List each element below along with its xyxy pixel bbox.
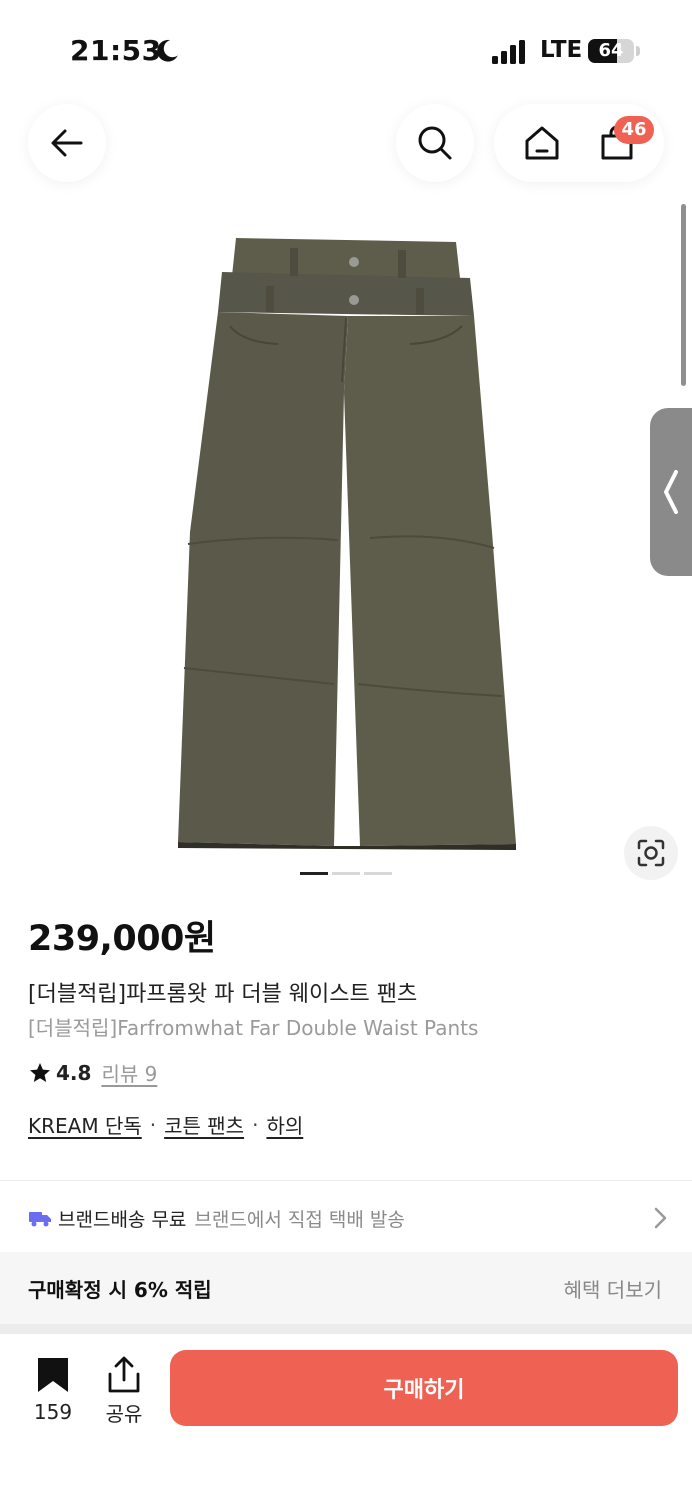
search-icon	[418, 126, 452, 160]
buy-button[interactable]: 구매하기	[170, 1350, 678, 1426]
back-arrow-icon	[51, 129, 83, 157]
product-name-ko: [더블적립]파프롬왓 파 더블 웨이스트 팬츠	[28, 982, 418, 1007]
side-drawer-tab[interactable]	[650, 408, 692, 576]
image-pagination	[300, 872, 392, 875]
benefit-more-link[interactable]: 혜택 더보기	[564, 1274, 662, 1303]
tag-bottoms[interactable]: 하의	[266, 1110, 303, 1139]
share-button[interactable]: 공유	[96, 1356, 152, 1427]
scroll-indicator	[681, 204, 686, 386]
chevron-left-icon	[664, 470, 678, 514]
search-button[interactable]	[396, 104, 474, 182]
rating-value: 4.8	[56, 1060, 92, 1085]
moon-icon	[157, 39, 178, 62]
battery-nub	[636, 46, 640, 56]
benefit-bar: 구매확정 시 6% 적립 혜택 더보기	[0, 1252, 692, 1324]
battery-level: 64	[598, 40, 624, 61]
product-image[interactable]	[170, 232, 522, 852]
bookmark-icon	[38, 1358, 68, 1392]
share-icon	[108, 1356, 140, 1393]
shipping-description: 브랜드에서 직접 택배 발송	[194, 1208, 405, 1231]
tag-row: KREAM 단독 · 코튼 팬츠 · 하의	[28, 1110, 303, 1139]
rating-row: 4.8 리뷰 9	[28, 1058, 157, 1087]
back-button[interactable]	[28, 104, 106, 182]
divider	[0, 1180, 692, 1181]
truck-icon	[29, 1212, 51, 1227]
cart-badge: 46	[614, 116, 654, 144]
status-time: 21:53	[70, 34, 162, 67]
product-name-en: [더블적립]Farfromwhat Far Double Waist Pants	[28, 1016, 479, 1040]
section-divider	[0, 1324, 692, 1334]
shipping-title: 브랜드배송 무료	[58, 1208, 187, 1231]
bookmark-count: 159	[33, 1400, 73, 1424]
tag-separator: ·	[149, 1112, 157, 1137]
star-icon	[30, 1062, 50, 1082]
bookmark-button[interactable]: 159	[26, 1356, 80, 1424]
bottom-action-bar: 159 공유 구매하기	[0, 1334, 692, 1500]
visual-search-button[interactable]	[624, 826, 678, 880]
lens-icon	[637, 839, 665, 867]
tag-cotton-pants[interactable]: 코튼 팬츠	[164, 1110, 244, 1139]
signal-icon	[492, 40, 525, 64]
status-bar: 21:53 LTE 64	[0, 0, 692, 100]
chevron-right-icon	[654, 1207, 667, 1229]
tag-separator: ·	[252, 1112, 259, 1137]
pagination-dot[interactable]	[364, 872, 392, 875]
benefit-title: 구매확정 시 6% 적립	[28, 1278, 212, 1302]
home-button[interactable]	[522, 123, 562, 163]
pagination-dot[interactable]	[332, 872, 360, 875]
network-label: LTE	[540, 37, 583, 63]
home-icon	[525, 126, 558, 160]
share-label: 공유	[105, 1402, 143, 1426]
tag-kream-exclusive[interactable]: KREAM 단독	[28, 1110, 142, 1139]
battery-icon: 64	[588, 39, 634, 63]
shipping-row[interactable]: 브랜드배송 무료 브랜드에서 직접 택배 발송	[28, 1198, 668, 1238]
review-link[interactable]: 리뷰 9	[101, 1058, 157, 1087]
pagination-dot[interactable]	[300, 872, 328, 875]
product-price: 239,000원	[28, 919, 216, 959]
